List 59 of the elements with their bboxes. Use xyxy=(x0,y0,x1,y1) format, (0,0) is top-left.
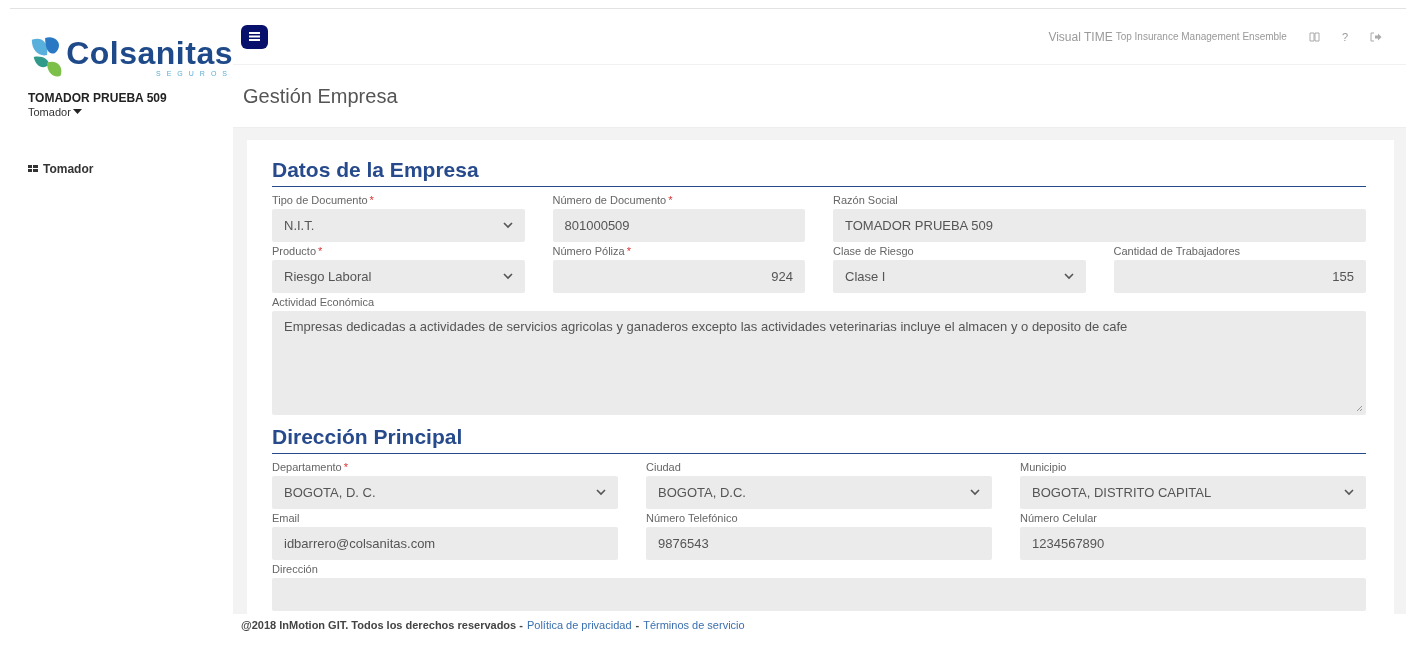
input-field[interactable]: 9876543 xyxy=(646,527,992,560)
footer-link[interactable]: Política de privacidad xyxy=(526,619,632,631)
required-mark: * xyxy=(668,194,673,206)
input-field[interactable]: 155 xyxy=(1113,260,1366,293)
grid-icon xyxy=(28,165,38,173)
brand-name: Colsanitas xyxy=(66,35,233,71)
select-field[interactable]: Clase I xyxy=(833,260,1086,293)
field-label: Clase de Riesgo xyxy=(833,245,914,257)
role-dropdown[interactable]: Tomador xyxy=(28,106,233,118)
required-mark: * xyxy=(318,245,323,257)
field-label: Número Telefónico xyxy=(646,512,738,524)
field-label: Razón Social xyxy=(833,194,898,206)
field-label: Cantidad de Trabajadores xyxy=(1113,245,1241,257)
field-label: Departamento xyxy=(272,461,342,473)
input-field[interactable]: 924 xyxy=(552,260,805,293)
input-field[interactable]: idbarrero@colsanitas.com xyxy=(272,527,618,560)
section-title: Datos de la Empresa xyxy=(272,158,1366,187)
field-label: Tipo de Documento xyxy=(272,194,368,206)
chevron-down-icon xyxy=(1344,489,1354,496)
field-label: Actividad Económica xyxy=(272,296,375,308)
footer-text: @2018 InMotion GIT. Todos los derechos reservados - xyxy=(241,619,523,631)
input-field[interactable]: TOMADOR PRUEBA 509 xyxy=(833,209,1366,242)
field-label: Número de Documento xyxy=(552,194,667,206)
select-field[interactable]: BOGOTA, D. C. xyxy=(272,476,618,509)
select-field[interactable]: BOGOTA, D.C. xyxy=(646,476,992,509)
caret-icon xyxy=(72,109,82,115)
menu-button[interactable] xyxy=(241,24,268,49)
app-tagline: Top Insurance Management Ensemble xyxy=(1115,31,1287,42)
chevron-down-icon xyxy=(970,489,980,496)
footer-link[interactable]: Términos de servicio xyxy=(643,619,745,631)
field-label: Número Póliza xyxy=(552,245,625,257)
sidebar-item[interactable]: Tomador xyxy=(28,160,233,178)
required-mark: * xyxy=(369,194,374,206)
chevron-down-icon xyxy=(1063,273,1074,280)
section-title: Dirección Principal xyxy=(272,425,1366,454)
logout-icon[interactable] xyxy=(1370,31,1382,42)
select-field[interactable]: BOGOTA, DISTRITO CAPITAL xyxy=(1020,476,1366,509)
app-name: Visual TIME xyxy=(1048,29,1113,44)
text-area[interactable]: Empresas dedicadas a actividades de servicios agricolas y ganaderos excepto las actividades veterinarias incluye el almacen y o deposito de cafe xyxy=(272,311,1366,415)
chevron-down-icon xyxy=(596,489,606,496)
required-mark: * xyxy=(626,245,631,257)
menu-icon xyxy=(249,32,260,41)
book-icon[interactable] xyxy=(1308,31,1320,42)
chevron-down-icon xyxy=(502,273,513,280)
field-label: Dirección xyxy=(272,563,318,575)
field-label: Ciudad xyxy=(646,461,681,473)
field-label: Número Celular xyxy=(1020,512,1098,524)
user-name: TOMADOR PRUEBA 509 xyxy=(28,91,168,105)
footer-text: - xyxy=(635,619,640,631)
required-mark: * xyxy=(343,461,348,473)
field-label: Email xyxy=(272,512,300,524)
field-label: Municipio xyxy=(1020,461,1067,473)
select-field[interactable]: Riesgo Laboral xyxy=(272,260,525,293)
resize-grip-icon[interactable] xyxy=(1356,405,1363,412)
input-field[interactable]: 1234567890 xyxy=(1020,527,1366,560)
chevron-down-icon xyxy=(502,222,513,229)
input-field[interactable]: 801000509 xyxy=(552,209,805,242)
select-field[interactable]: N.I.T. xyxy=(272,209,525,242)
field-label: Producto xyxy=(272,245,317,257)
